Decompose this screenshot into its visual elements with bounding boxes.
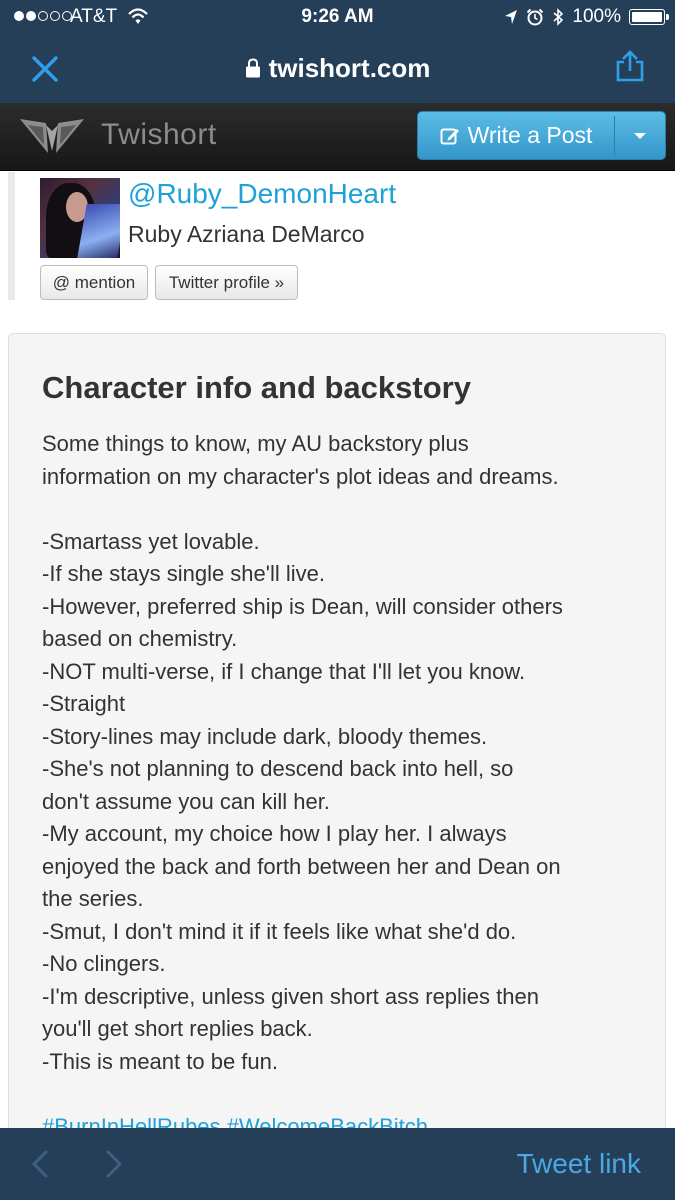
post-line: based on chemistry. <box>42 626 238 651</box>
bottom-toolbar: Tweet link <box>0 1128 675 1200</box>
post-line: -She's not planning to descend back into… <box>42 756 514 781</box>
edit-pencil-icon <box>440 128 459 144</box>
post-line: -Straight <box>42 691 126 716</box>
twitter-profile-button[interactable]: Twitter profile » <box>155 265 298 300</box>
address-bar[interactable]: twishort.com <box>0 53 675 84</box>
post-title: Character info and backstory <box>42 370 471 405</box>
post-line: the series. <box>42 886 144 911</box>
chevron-left-icon[interactable] <box>30 1149 50 1179</box>
post-body: Some things to know, my AU backstory plu… <box>42 428 642 1132</box>
post-line: -Smartass yet lovable. <box>42 528 260 554</box>
write-post-button[interactable]: Write a Post <box>417 111 666 160</box>
write-post-label: Write a Post <box>467 122 593 148</box>
post-line: -Story-lines may include dark, bloody th… <box>42 723 488 749</box>
battery-icon <box>629 9 669 25</box>
write-post-main[interactable]: Write a Post <box>418 112 614 159</box>
post-line: -If she stays single she'll live. <box>42 561 325 586</box>
status-right-group: 100% <box>504 6 669 28</box>
battery-percent: 100% <box>572 6 621 27</box>
chevron-right-icon[interactable] <box>104 1149 124 1179</box>
post-line: don't assume you can kill her. <box>42 788 330 814</box>
location-arrow-icon <box>505 10 518 24</box>
post-line: -My account, my choice how I play her. I… <box>42 821 507 846</box>
post-line: -This is meant to be fun. <box>42 1048 278 1074</box>
post-card: Character info and backstory Some things… <box>8 333 666 1133</box>
tweet-link-button[interactable]: Tweet link <box>517 1148 642 1180</box>
caret-down-icon <box>634 132 646 139</box>
post-line: you'll get short replies back. <box>42 1016 313 1041</box>
bluetooth-icon <box>553 8 564 26</box>
profile-display-name: Ruby Azriana DeMarco <box>128 221 365 247</box>
share-icon[interactable] <box>613 49 647 83</box>
alarm-clock-icon <box>527 8 544 26</box>
post-line: -Smut, I don't mind it if it feels like … <box>42 918 517 944</box>
mention-button[interactable]: @ mention <box>40 265 148 300</box>
browser-top-bar: AT&T 9:26 AM 100% twishort.com <box>0 0 675 103</box>
post-intro-line: information on my character's plot ideas… <box>42 463 559 489</box>
post-line: enjoyed the back and forth between her a… <box>42 853 561 879</box>
brand-name[interactable]: Twishort <box>101 118 217 152</box>
post-line: -However, preferred ship is Dean, will c… <box>42 593 563 619</box>
url-text: twishort.com <box>268 53 431 83</box>
post-line: -I'm descriptive, unless given short ass… <box>42 983 539 1009</box>
write-post-dropdown[interactable] <box>615 112 665 159</box>
status-bar: AT&T 9:26 AM 100% <box>0 0 675 34</box>
post-line: -No clingers. <box>42 951 166 976</box>
handle-at: @ <box>128 178 157 209</box>
post-intro-line: Some things to know, my AU backstory plu… <box>42 431 469 456</box>
handle-text: Ruby_DemonHeart <box>156 178 397 209</box>
profile-left-rule <box>8 172 15 300</box>
post-line: -NOT multi-verse, if I change that I'll … <box>42 658 526 684</box>
twishort-wings-logo[interactable] <box>16 113 88 159</box>
avatar[interactable] <box>40 178 120 258</box>
lock-icon <box>245 58 260 78</box>
profile-handle[interactable]: @Ruby_DemonHeart <box>128 178 396 210</box>
